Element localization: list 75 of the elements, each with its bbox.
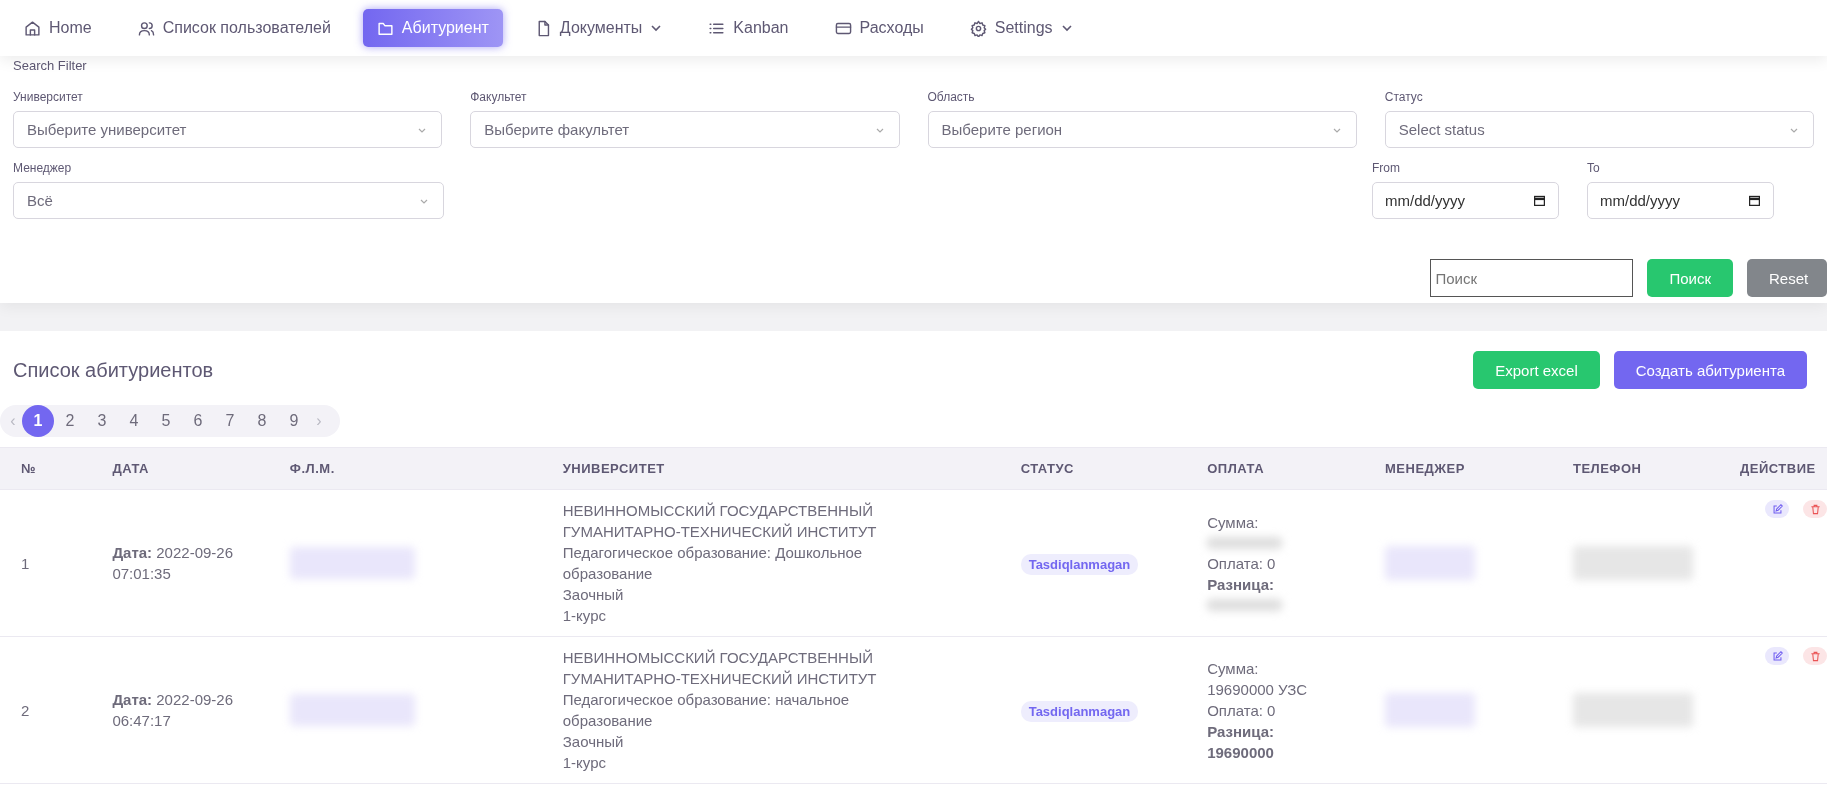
page-button[interactable]: 5 xyxy=(150,405,182,437)
payment-text: 19690000 УЗС xyxy=(1207,679,1309,700)
table-cell-text: НЕВИННОМЫССКИЙ ГОСУДАРСТВЕННЫЙ ГУМАНИТАРНО-ТЕХНИЧЕСКИЙ ИНСТИТУТ Педагогическое образование: Дошкольное образование Заочный 1-курс xyxy=(562,501,878,626)
field-label: Область xyxy=(927,90,976,104)
column-header: ТЕЛЕФОН xyxy=(1572,461,1642,476)
page-button[interactable]: 3 xyxy=(86,405,118,437)
calendar-icon xyxy=(1533,194,1546,207)
select-field[interactable]: Выберите факультет xyxy=(470,111,900,148)
delete-button[interactable] xyxy=(1803,500,1827,518)
status-badge: Tasdiqlanmagan xyxy=(1020,700,1139,722)
page-button[interactable]: 1 xyxy=(22,405,54,437)
trash-icon xyxy=(1809,650,1821,662)
edit-button[interactable] xyxy=(1765,500,1789,518)
list-title: Список абитуриентов xyxy=(13,358,214,382)
nav-tab[interactable]: Расходы xyxy=(820,9,938,47)
nav-tab[interactable]: Home xyxy=(10,9,106,47)
page-button[interactable]: 6 xyxy=(182,405,214,437)
field-label: Факультет xyxy=(470,90,528,104)
payment-text: Разница: xyxy=(1207,721,1275,742)
calendar-icon xyxy=(1748,194,1761,207)
nav-tab[interactable]: Список пользователей xyxy=(123,9,345,47)
field-label: Статус xyxy=(1384,90,1424,104)
payment-text: Сумма: xyxy=(1207,512,1260,533)
page-button[interactable]: 8 xyxy=(246,405,278,437)
filter-title: Search Filter xyxy=(13,57,88,74)
page-button[interactable]: 2 xyxy=(54,405,86,437)
payment-text: Разница: xyxy=(1207,574,1275,595)
edit-icon xyxy=(1771,503,1783,515)
date-field[interactable]: mm/dd/yyyy xyxy=(1587,182,1774,219)
chevron-down-icon xyxy=(650,22,663,34)
column-header: ДЕЙСТВИЕ xyxy=(1740,461,1816,476)
payment-text: Сумма: xyxy=(1207,658,1260,679)
field-label: To xyxy=(1587,161,1601,175)
home-icon xyxy=(24,19,41,37)
payment-text: Оплата: 0 xyxy=(1207,700,1277,721)
field-label: From xyxy=(1372,161,1401,175)
column-header: СТАТУС xyxy=(1020,461,1074,476)
page-button[interactable]: 7 xyxy=(214,405,246,437)
status-badge: Tasdiqlanmagan xyxy=(1020,553,1139,575)
field-label: Менеджер xyxy=(13,161,73,175)
nav-tab[interactable]: Документы xyxy=(520,9,677,47)
users-icon xyxy=(137,19,155,37)
edit-button[interactable] xyxy=(1765,647,1789,665)
list-button[interactable]: Создать абитуриента xyxy=(1613,351,1807,389)
column-header: Ф.Л.М. xyxy=(289,461,335,476)
page-button[interactable]: 4 xyxy=(118,405,150,437)
search-field[interactable]: Поиск xyxy=(1430,259,1634,297)
edit-icon xyxy=(1771,650,1783,662)
table-cell-text: НЕВИННОМЫССКИЙ ГОСУДАРСТВЕННЫЙ ГУМАНИТАРНО-ТЕХНИЧЕСКИЙ ИНСТИТУТ Педагогическое образование: начальное образование Заочный 1-курс xyxy=(562,648,878,773)
select-field[interactable]: Выберите университет xyxy=(13,111,443,148)
nav-tab[interactable]: Kanban xyxy=(694,9,803,47)
column-header: ДАТА xyxy=(112,461,149,476)
page-button[interactable]: 9 xyxy=(278,405,310,437)
nav-tab[interactable]: Абитуриент xyxy=(362,9,503,47)
settings-icon xyxy=(969,19,987,37)
column-header: МЕНЕДЖЕР xyxy=(1385,461,1465,476)
select-field[interactable]: Select status xyxy=(1384,111,1814,148)
trash-icon xyxy=(1809,503,1821,515)
table-cell-text: Дата: 2022-09-26 06:47:17 xyxy=(112,690,234,731)
delete-button[interactable] xyxy=(1803,647,1827,665)
column-header: УНИВЕРСИТЕТ xyxy=(562,461,665,476)
nav-tab[interactable]: Settings xyxy=(955,9,1087,47)
column-header: ОПЛАТА xyxy=(1207,461,1264,476)
column-header: № xyxy=(21,461,36,476)
payment-text: Оплата: 0 xyxy=(1207,553,1277,574)
select-field[interactable]: Выберите регион xyxy=(927,111,1357,148)
filter-button[interactable]: Reset xyxy=(1747,259,1827,297)
table-cell: 1 xyxy=(21,554,30,572)
select-field[interactable]: Всё xyxy=(13,182,444,219)
date-field[interactable]: mm/dd/yyyy xyxy=(1372,182,1559,219)
table-cell: 2 xyxy=(21,701,30,719)
table-cell-text: Дата: 2022-09-26 07:01:35 xyxy=(112,543,234,584)
chevron-down-icon xyxy=(1060,22,1073,34)
payment-text: 19690000 xyxy=(1207,742,1275,763)
field-label: Университет xyxy=(13,90,84,104)
